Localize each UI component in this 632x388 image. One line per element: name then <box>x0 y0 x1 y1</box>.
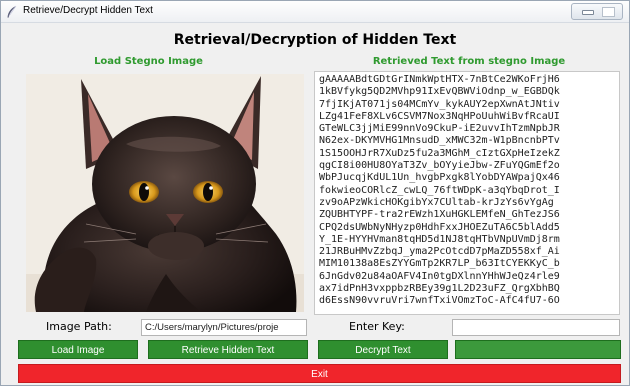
stegno-image-preview <box>26 74 304 312</box>
retrieved-text-line: 1kBVfykg5QD2MVhp91IxEvQBWViOdnp_w_EGBDQk <box>319 86 560 98</box>
retrieved-text-line: CPQ2dsUWbNyNHyzp0HdhFxxJHOEZuTA6C5blAdd5 <box>319 221 560 233</box>
retrieve-hidden-text-button[interactable]: Retrieve Hidden Text <box>148 340 308 359</box>
retrieved-text-line: d6EssN90vvruVri7wnfTxiVOmzToC-AfC4fU7-6O <box>319 295 560 307</box>
retrieved-text-line: 6JnGdv02u84aOAFV4In0tgDXlnnYHhWJeQz4rle9 <box>319 270 560 282</box>
retrieved-text-line: qgCI8i00HU8OYaT3Zv_bOYyieJbw-ZFuYQGmEf2o <box>319 160 560 172</box>
load-stegno-image-title: Load Stegno Image <box>94 56 203 67</box>
window-title: Retrieve/Decrypt Hidden Text <box>23 5 153 16</box>
save-button[interactable] <box>455 340 621 359</box>
retrieved-text-line: GTeWLC3jjMiE99nnVo9CkuP-iE2uvvIhTzmNpbJR <box>319 123 560 135</box>
retrieved-text-line: fokwieoCORlcZ_cwLQ_76ftWDpK-a3qYbqDrot_I <box>319 184 560 196</box>
key-input[interactable] <box>452 319 620 336</box>
feather-icon <box>7 5 17 18</box>
retrieved-text-line: MIM10138a8EsZYYGmTp2KR7LP_b63ItCYEKKyC_b <box>319 258 560 270</box>
app-window: Retrieve/Decrypt Hidden Text Retrieval/D… <box>0 0 630 386</box>
retrieved-text-line: ax7idPnH3vxppbzRBEy39g1L2D23uFZ_QrgXbhBQ <box>319 283 560 295</box>
maximize-icon[interactable] <box>602 7 615 17</box>
load-image-button[interactable]: Load Image <box>18 340 138 359</box>
minimize-icon[interactable] <box>582 10 594 15</box>
retrieved-text-line: ZQUBHTYPF-tra2rEWzh1XuHGKLEMfeN_GhTezJS6 <box>319 209 560 221</box>
title-bar[interactable]: Retrieve/Decrypt Hidden Text <box>1 1 629 23</box>
decrypt-text-button[interactable]: Decrypt Text <box>318 340 448 359</box>
retrieved-text-line: Y_1E-HYYHVman8tqHD5d1NJ8tqHTbVNpUVmDj8rm <box>319 233 560 245</box>
image-path-label: Image Path: <box>46 320 112 333</box>
cat-photo <box>26 74 304 312</box>
retrieved-text-line: gAAAAABdtGDtGrINmkWptHTX-7nBtCe2WKoFrjH6 <box>319 74 560 85</box>
retrieved-text-content: gAAAAABdtGDtGrINmkWptHTX-7nBtCe2WKoFrjH6… <box>315 72 619 308</box>
enter-key-label: Enter Key: <box>349 320 405 333</box>
retrieved-text-line: 21JRBuHMvZzbqJ_yma2PcOtcdD7pMaZD558xf_Ai <box>319 246 560 258</box>
page-title: Retrieval/Decryption of Hidden Text <box>173 32 457 48</box>
retrieved-text-line: 7fjIKjAT071js04MCmYv_kykAUY2epXwnAtJNtiv <box>319 98 560 110</box>
retrieved-text-line: LZg41FeF8XLv6CSVM7Nox3NqHPoUuhWiBvfRcaUI <box>319 110 560 122</box>
retrieved-text-line: zv9oAPzWkicHOKgibYx7CUltab-krJzYs6vYgAg <box>319 196 554 208</box>
image-path-input[interactable]: C:/Users/marylyn/Pictures/proje <box>141 319 307 336</box>
retrieved-text-area[interactable]: gAAAAABdtGDtGrINmkWptHTX-7nBtCe2WKoFrjH6… <box>314 71 620 315</box>
exit-button[interactable]: Exit <box>18 364 621 383</box>
retrieved-text-line: N62ex-DKYMVHG1MnsudD_xMWC32m-W1pBncnbPTv <box>319 135 560 147</box>
retrieved-text-line: 1S15OOHJrR7XuDz5fu2a3MGhM_cIztGXpHeIzekZ <box>319 147 560 159</box>
retrieved-text-title: Retrieved Text from stegno Image <box>372 56 566 67</box>
retrieved-text-line: WbPJucqjKdUL1Un_hvgbPxgk8lYobDYAWpajQx46 <box>319 172 560 184</box>
window-controls <box>571 3 623 20</box>
